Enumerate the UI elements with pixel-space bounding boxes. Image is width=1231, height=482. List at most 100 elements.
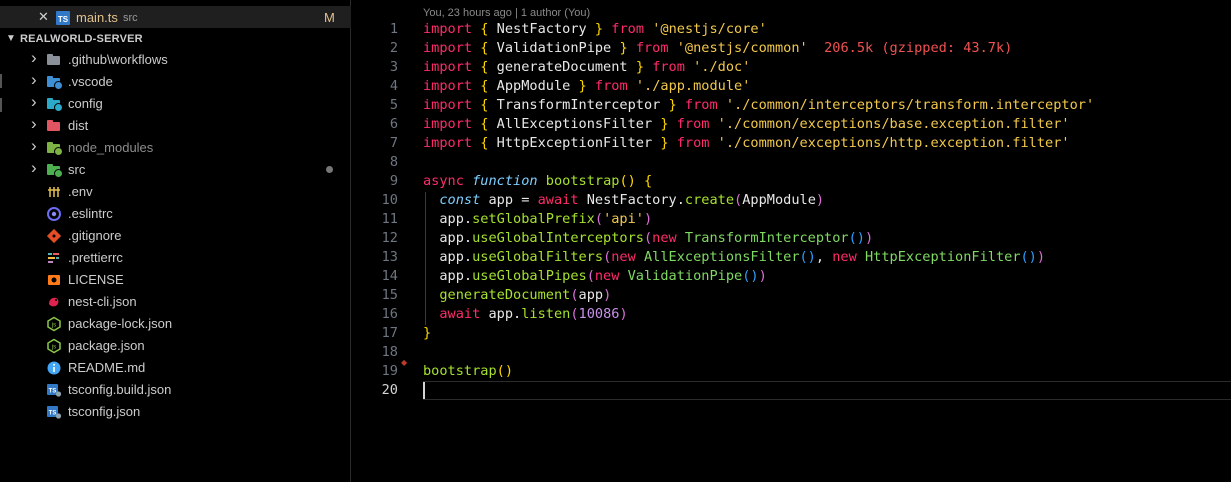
code-line[interactable]: 18 xyxy=(351,343,1231,362)
line-number[interactable]: 17 xyxy=(351,324,398,343)
tree-item-label: src xyxy=(68,162,86,177)
code-line[interactable]: 3 import { generateDocument } from './doc… xyxy=(351,58,1231,77)
line-number[interactable]: 12 xyxy=(351,229,398,248)
line-content: bootstrap() xyxy=(423,363,514,379)
tree-item-label: LICENSE xyxy=(68,272,124,287)
code-line[interactable]: 1 import { NestFactory } from '@nestjs/co… xyxy=(351,20,1231,39)
line-number[interactable]: 6 xyxy=(351,115,398,134)
open-editor-dir: src xyxy=(123,12,138,24)
line-number[interactable]: 1 xyxy=(351,20,398,39)
line-content: } xyxy=(423,325,432,341)
prettier-icon xyxy=(46,250,62,266)
line-content: import { ValidationPipe } from '@nestjs/… xyxy=(423,40,1013,56)
tree-item-label: .gitignore xyxy=(68,228,122,243)
line-number[interactable]: 20 xyxy=(351,381,398,400)
code-line[interactable]: 16 await app.listen(10086) xyxy=(351,305,1231,324)
code-line[interactable]: 5 import { TransformInterceptor } from '.… xyxy=(351,96,1231,115)
line-content: import { TransformInterceptor } from './… xyxy=(423,97,1095,113)
chevron-right-icon: › xyxy=(31,70,37,89)
line-number[interactable]: 18 xyxy=(351,343,398,362)
folder-icon xyxy=(46,162,63,178)
line-number[interactable]: 5 xyxy=(351,96,398,115)
chevron-right-icon: › xyxy=(31,92,37,111)
file-item-tsconfig-json[interactable]: TS tsconfig.json xyxy=(0,401,351,423)
file-item-package-lock-json[interactable]: js package-lock.json xyxy=(0,313,351,335)
tree-item-label: tsconfig.json xyxy=(68,404,141,419)
git-modified-badge: M xyxy=(324,10,335,25)
line-number[interactable]: 16 xyxy=(351,305,398,324)
line-number[interactable]: 3 xyxy=(351,58,398,77)
open-editor-item[interactable]: ✕ TS main.ts src M xyxy=(0,6,351,28)
folder-icon xyxy=(46,96,63,112)
folder-item-github-workflows[interactable]: › .github\workflows xyxy=(0,48,351,71)
folder-item-node-modules[interactable]: › node_modules xyxy=(0,136,351,159)
info-icon xyxy=(46,360,62,376)
line-content: app.useGlobalPipes(new ValidationPipe()) xyxy=(423,268,767,284)
svg-text:js: js xyxy=(51,345,56,351)
line-number[interactable]: 14 xyxy=(351,267,398,286)
tree-item-label: node_modules xyxy=(68,140,154,155)
code-line[interactable]: 13 app.useGlobalFilters(new AllException… xyxy=(351,248,1231,267)
tree-item-label: .github\workflows xyxy=(68,52,168,67)
code-line[interactable]: 17} xyxy=(351,324,1231,343)
line-number[interactable]: 10 xyxy=(351,191,398,210)
file-item-package-json[interactable]: js package.json xyxy=(0,335,351,357)
file-item-eslintrc[interactable]: .eslintrc xyxy=(0,203,351,225)
code-line[interactable]: 19 bootstrap() xyxy=(351,362,1231,381)
code-line[interactable]: 12 app.useGlobalInterceptors(new Transfo… xyxy=(351,229,1231,248)
tsconfig-icon: TS xyxy=(46,404,62,420)
tree-item-label: tsconfig.build.json xyxy=(68,382,172,397)
git-blame-annotation[interactable]: You, 23 hours ago | 1 author (You) xyxy=(423,7,590,19)
code-line[interactable]: 8 xyxy=(351,153,1231,172)
code-editor[interactable]: You, 23 hours ago | 1 author (You) ◆ 1 im… xyxy=(351,0,1231,482)
code-line[interactable]: 9 async function bootstrap() { xyxy=(351,172,1231,191)
tree-item-label: package.json xyxy=(68,338,145,353)
code-line[interactable]: 6 import { AllExceptionsFilter } from './… xyxy=(351,115,1231,134)
nodejs-icon: js xyxy=(46,338,62,354)
file-item-nest-cli-json[interactable]: nest-cli.json xyxy=(0,291,351,313)
line-number[interactable]: 9 xyxy=(351,172,398,191)
tree-item-label: .vscode xyxy=(68,74,113,89)
svg-text:js: js xyxy=(51,323,56,329)
line-number[interactable]: 19 xyxy=(351,362,398,381)
code-line[interactable]: 11 app.setGlobalPrefix('api') xyxy=(351,210,1231,229)
folder-item-dist[interactable]: › dist xyxy=(0,114,351,137)
explorer-sidebar: ✕ TS main.ts src M ▼ REALWORLD-SERVER ›.… xyxy=(0,0,351,482)
folder-item-src[interactable]: › src xyxy=(0,158,351,181)
folder-icon xyxy=(46,118,62,134)
line-number[interactable]: 7 xyxy=(351,134,398,153)
line-content: import { generateDocument } from './doc' xyxy=(423,59,751,75)
line-number[interactable]: 11 xyxy=(351,210,398,229)
workspace-root-header[interactable]: ▼ REALWORLD-SERVER xyxy=(0,31,351,49)
line-content: app.useGlobalFilters(new AllExceptionsFi… xyxy=(423,249,1046,265)
code-line[interactable]: 10 const app = await NestFactory.create(… xyxy=(351,191,1231,210)
file-item-readme-md[interactable]: README.md xyxy=(0,357,351,379)
folder-item-config[interactable]: › config xyxy=(0,92,351,115)
line-number[interactable]: 2 xyxy=(351,39,398,58)
line-content: async function bootstrap() { xyxy=(423,173,653,189)
code-line[interactable]: 20 xyxy=(351,381,1231,400)
line-number[interactable]: 13 xyxy=(351,248,398,267)
file-item-license[interactable]: LICENSE xyxy=(0,269,351,291)
code-line[interactable]: 7 import { HttpExceptionFilter } from './… xyxy=(351,134,1231,153)
tree-item-label: dist xyxy=(68,118,89,133)
line-content: import { AppModule } from './app.module' xyxy=(423,78,751,94)
line-content: const app = await NestFactory.create(App… xyxy=(439,192,825,208)
line-number[interactable]: 15 xyxy=(351,286,398,305)
code-line[interactable]: 14 app.useGlobalPipes(new ValidationPipe… xyxy=(351,267,1231,286)
file-item-prettierrc[interactable]: .prettierrc xyxy=(0,247,351,269)
line-content: app.setGlobalPrefix('api') xyxy=(423,211,653,227)
code-line[interactable]: 2 import { ValidationPipe } from '@nestjs… xyxy=(351,39,1231,58)
file-item-env[interactable]: .env xyxy=(0,181,351,203)
line-number[interactable]: 4 xyxy=(351,77,398,96)
folder-item-vscode[interactable]: › .vscode xyxy=(0,70,351,93)
file-item-gitignore[interactable]: .gitignore xyxy=(0,225,351,247)
close-editor-icon[interactable]: ✕ xyxy=(38,9,49,25)
folder-icon xyxy=(46,140,63,156)
code-line[interactable]: 4 import { AppModule } from './app.module… xyxy=(351,77,1231,96)
line-content: app.useGlobalInterceptors(new TransformI… xyxy=(423,230,874,246)
file-item-tsconfig-build-json[interactable]: TS tsconfig.build.json xyxy=(0,379,351,401)
line-number[interactable]: 8 xyxy=(351,153,398,172)
code-line[interactable]: 15 generateDocument(app) xyxy=(351,286,1231,305)
svg-text:TS: TS xyxy=(58,15,69,24)
